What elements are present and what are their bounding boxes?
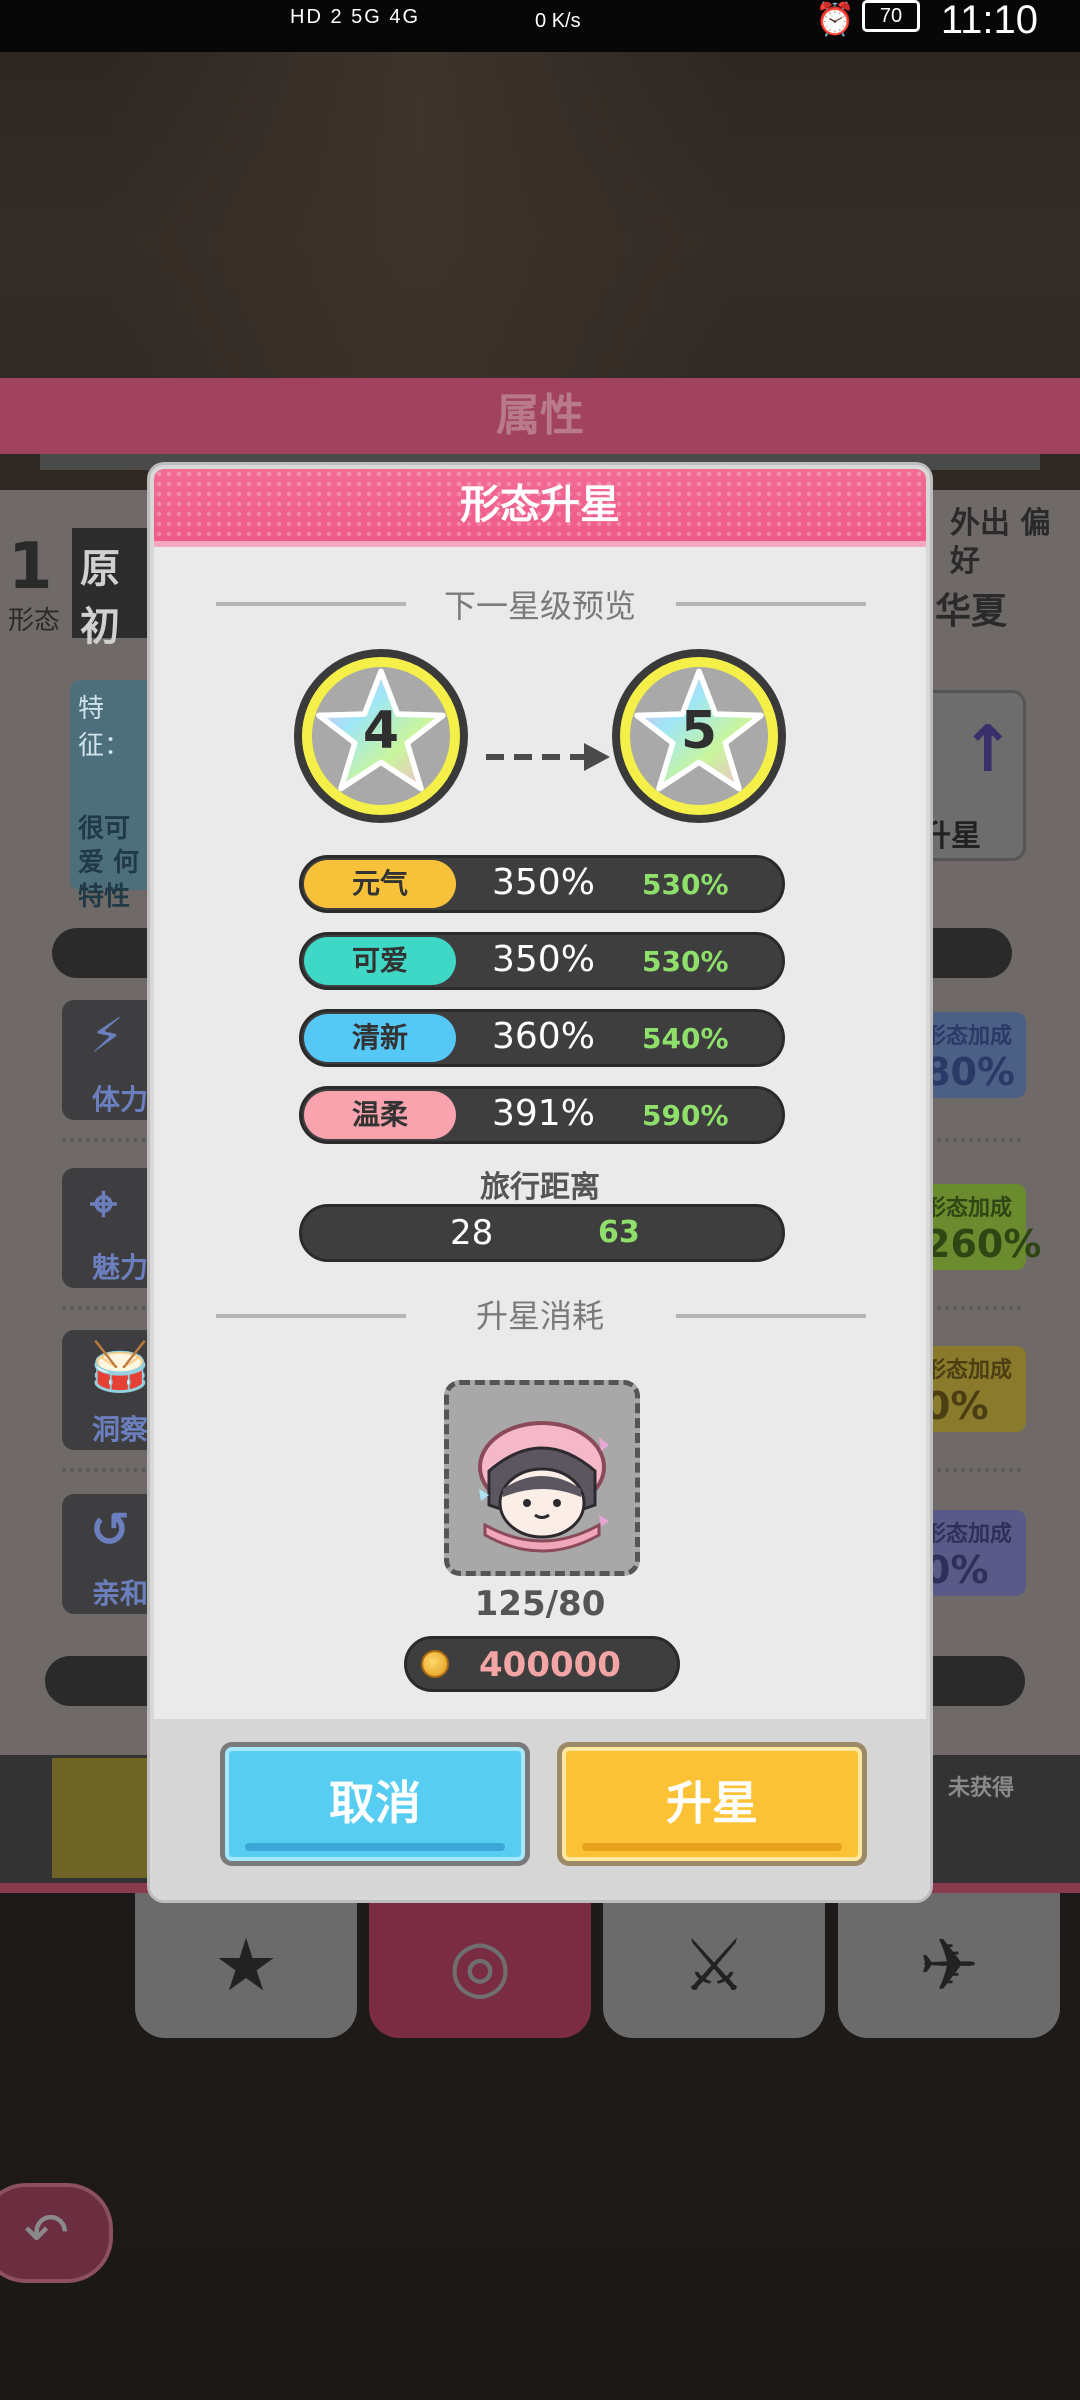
- star-upgrade-dialog: 形态升星 下一星级预览 4 5 元气 350% 530% 可爱 350% 530…: [150, 465, 930, 1900]
- travel-distance-row: 28 63: [299, 1204, 785, 1262]
- attribute-current: 391%: [492, 1093, 595, 1134]
- travel-distance-title: 旅行距离: [480, 1170, 600, 1205]
- bonus-charm: 形态加成 260%: [918, 1184, 1041, 1270]
- attribute-panel-title: 属性: [0, 378, 1080, 454]
- next-star-badge: 5: [612, 649, 786, 823]
- bonus-stamina: 形态加成 80%: [918, 1012, 1026, 1098]
- back-button[interactable]: ↶: [0, 2183, 113, 2283]
- bonus-insight: 形态加成 0%: [918, 1346, 1026, 1432]
- status-bar: HD 2 5G 4G 0 K/s ⏰ 70 11:10: [0, 0, 1080, 52]
- dashed-arrow-icon: [486, 743, 610, 771]
- attribute-row-cute: 可爱 350% 530%: [299, 932, 785, 990]
- material-item-slot[interactable]: [444, 1380, 640, 1576]
- nav-interaction[interactable]: ⚔: [603, 1893, 825, 2038]
- nav-attributes[interactable]: ◎: [369, 1893, 591, 2038]
- network-indicators: HD 2 5G 4G: [290, 6, 421, 28]
- star-plus-icon: ★: [213, 1923, 279, 2007]
- button-underline: [245, 1843, 505, 1851]
- form-tag: 原初: [72, 528, 162, 650]
- form-number: 1: [8, 530, 53, 604]
- cancel-button[interactable]: 取消: [220, 1742, 530, 1866]
- divider-line: [676, 602, 866, 606]
- unobtained-label: 未获得: [948, 1776, 1015, 1801]
- upgrade-star-button[interactable]: 升星: [557, 1742, 867, 1866]
- attribute-current: 350%: [492, 862, 595, 903]
- current-star-badge: 4: [294, 649, 468, 823]
- outing-pref-label: 外出 偏好: [950, 506, 1051, 579]
- people-icon: ⚔: [681, 1923, 747, 2007]
- lightning-icon: ⚡: [90, 1008, 124, 1064]
- attribute-label: 温柔: [304, 1091, 456, 1139]
- handshake-icon: ↺: [90, 1502, 131, 1558]
- alarm-icon: ⏰: [815, 1, 855, 37]
- attribute-label: 清新: [304, 1014, 456, 1062]
- attribute-current: 360%: [492, 1016, 595, 1057]
- nav-travel[interactable]: ✈: [838, 1893, 1060, 2038]
- attribute-next: 540%: [642, 1022, 729, 1055]
- attribute-next: 530%: [642, 945, 729, 978]
- nav-upgrade-star[interactable]: ★: [135, 1893, 357, 2038]
- stat-charm: ⌖ 魅力: [62, 1168, 162, 1288]
- feature-title: 特征：: [78, 694, 131, 761]
- attribute-row-vigor: 元气 350% 530%: [299, 855, 785, 913]
- bonus-affinity: 形态加成 0%: [918, 1510, 1026, 1596]
- character-material-icon: [478, 1421, 609, 1553]
- battery-indicator: 70: [862, 0, 920, 32]
- attribute-label: 元气: [304, 860, 456, 908]
- attribute-label: 可爱: [304, 937, 456, 985]
- travel-current: 28: [450, 1213, 494, 1253]
- coin-cost: 400000: [404, 1636, 680, 1692]
- next-star-level: 5: [680, 701, 718, 761]
- feature-desc: 很可爱 何特性: [78, 814, 140, 912]
- back-arrow-icon: ↶: [23, 2201, 70, 2264]
- stat-insight: 🥁 洞察: [62, 1330, 162, 1450]
- drum-icon: 🥁: [90, 1339, 150, 1395]
- form-label: 形态: [8, 606, 61, 636]
- network-speed: 0 K/s: [535, 10, 581, 32]
- attribute-row-gentle: 温柔 391% 590%: [299, 1086, 785, 1144]
- clock: 11:10: [940, 0, 1038, 42]
- stat-stamina: ⚡ 体力: [62, 1000, 162, 1120]
- crosshair-icon: ⌖: [90, 1176, 118, 1232]
- divider-line: [676, 1314, 866, 1318]
- outing-pref-value: 华夏: [935, 591, 1008, 632]
- attribute-next: 590%: [642, 1099, 729, 1132]
- feature-card: 特征： 很可爱 何特性: [70, 680, 160, 912]
- button-underline: [582, 1843, 842, 1851]
- coin-icon: [421, 1650, 449, 1678]
- material-count: 125/80: [474, 1584, 606, 1624]
- airplane-icon: ✈: [918, 1923, 980, 2007]
- attribute-next: 530%: [642, 868, 729, 901]
- current-star-level: 4: [362, 701, 400, 761]
- attribute-row-fresh: 清新 360% 540%: [299, 1009, 785, 1067]
- donut-chart-icon: ◎: [448, 1923, 512, 2007]
- stat-affinity: ↺ 亲和: [62, 1494, 162, 1614]
- arrow-up-icon: ↑: [961, 713, 1015, 787]
- dialog-title: 形态升星: [154, 469, 926, 547]
- coin-cost-value: 400000: [479, 1645, 621, 1685]
- attribute-current: 350%: [492, 939, 595, 980]
- travel-next: 63: [598, 1215, 640, 1250]
- character-thumb[interactable]: [52, 1758, 162, 1878]
